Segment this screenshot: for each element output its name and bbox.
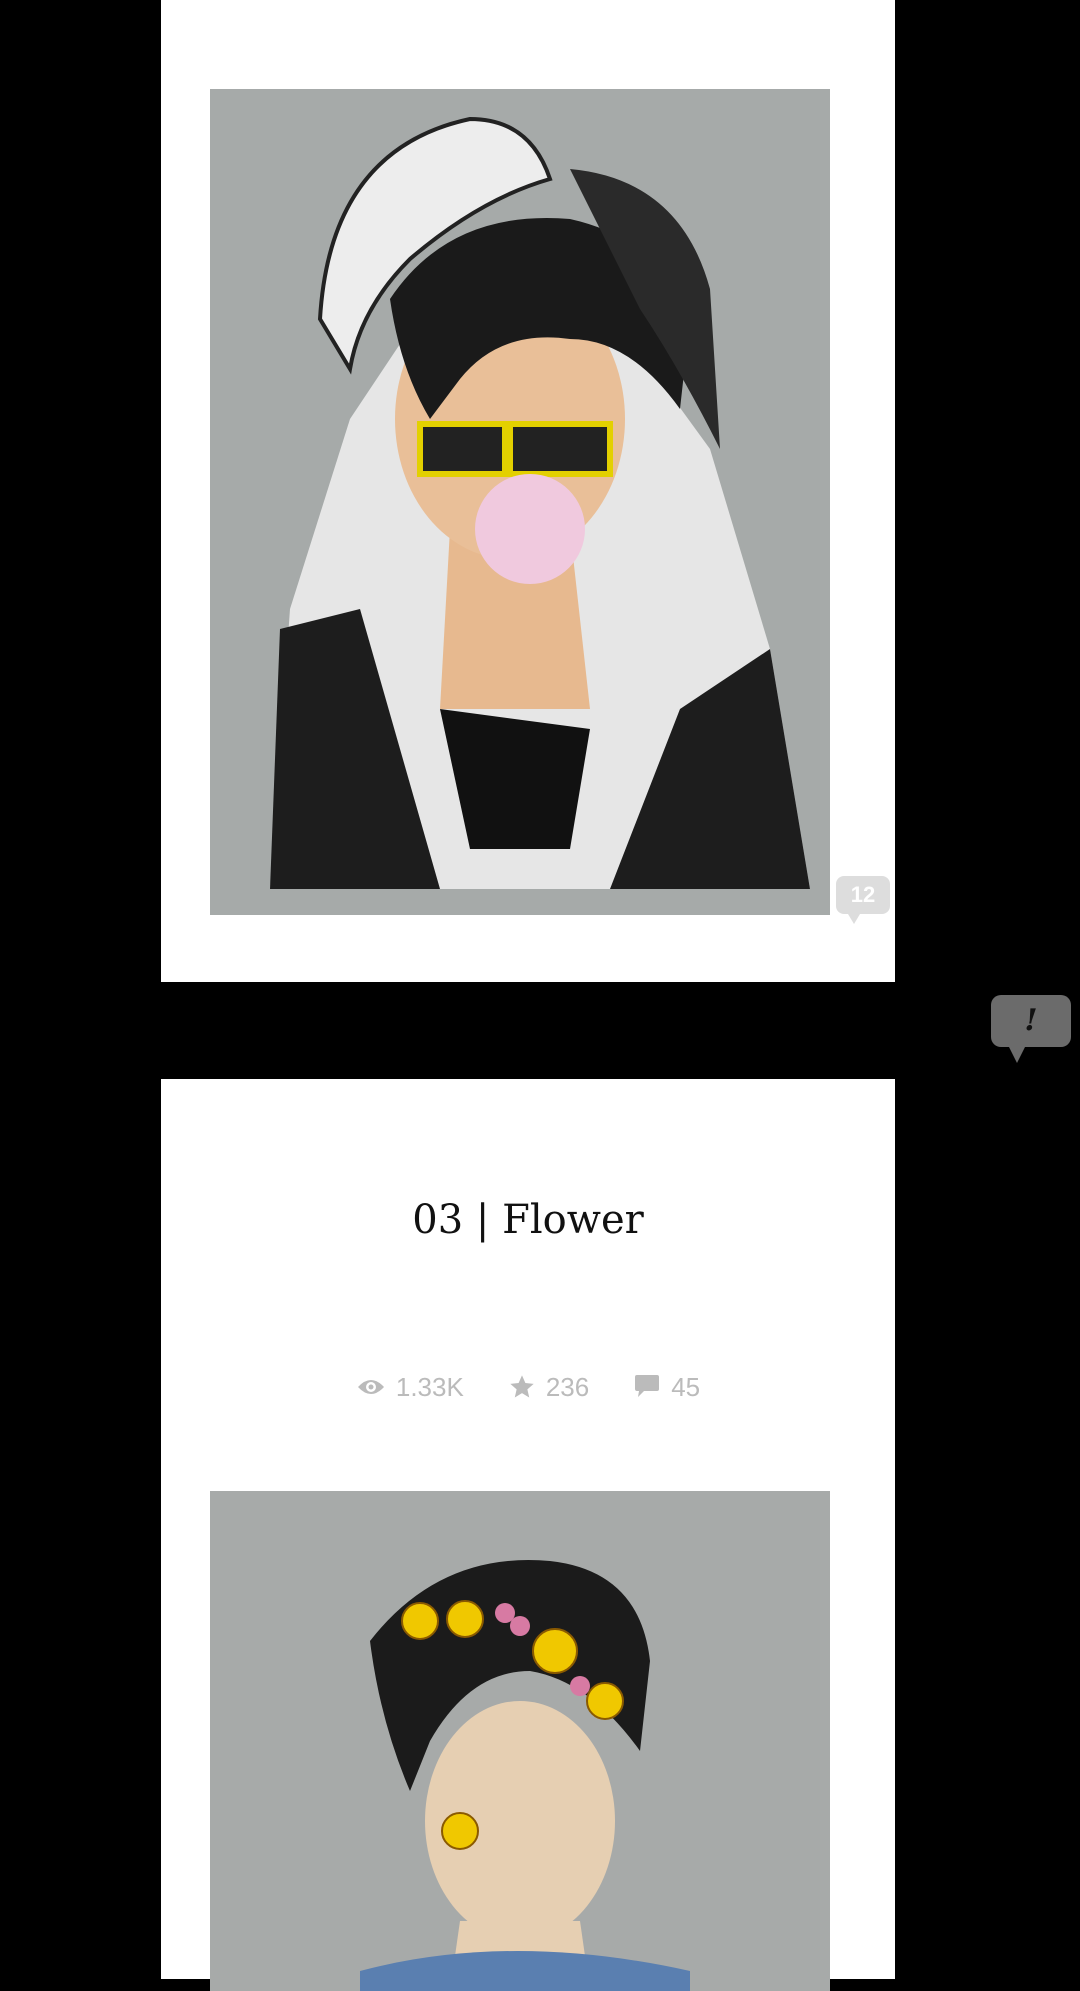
episode-card[interactable]: 03 | Flower 1.33K 236 45 <box>161 1079 895 1991</box>
views-count: 1.33K <box>395 1371 464 1402</box>
episode-title: 03 | Flower <box>412 1197 644 1243</box>
episode-stats: 1.33K 236 45 <box>161 1369 895 1405</box>
comments-stat: 45 <box>633 1372 700 1403</box>
boy-with-cap-drawing <box>210 89 830 915</box>
comments-count: 45 <box>671 1371 701 1402</box>
speech-bubble-icon <box>635 1375 660 1397</box>
episode-card[interactable] <box>161 0 895 982</box>
star-icon <box>510 1375 534 1398</box>
eye-icon <box>357 1380 384 1394</box>
episode-artwork[interactable] <box>210 1491 830 1991</box>
views-stat: 1.33K <box>356 1372 464 1403</box>
stars-stat: 236 <box>508 1372 589 1403</box>
flower-boy-drawing <box>210 1491 830 1991</box>
episode-artwork[interactable] <box>210 89 830 915</box>
stars-count: 236 <box>545 1371 590 1402</box>
comment-count-badge[interactable]: 12 <box>836 876 890 924</box>
alert-bubble-icon[interactable]: ! <box>991 995 1071 1063</box>
